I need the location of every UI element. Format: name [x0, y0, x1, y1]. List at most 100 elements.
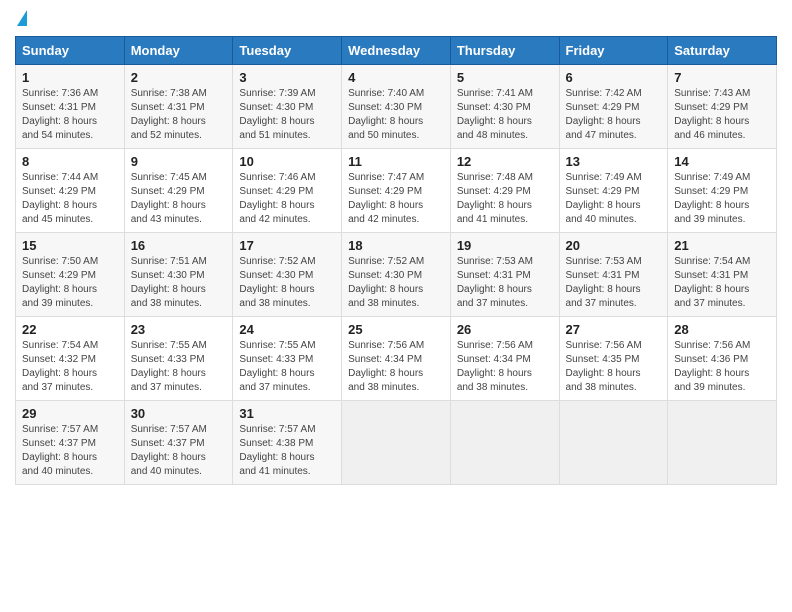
day-info: Sunrise: 7:43 AMSunset: 4:29 PMDaylight:… — [674, 88, 750, 141]
calendar-cell: 6Sunrise: 7:42 AMSunset: 4:29 PMDaylight… — [559, 65, 668, 149]
calendar-cell: 8 Sunrise: 7:44 AMSunset: 4:29 PMDaylight… — [16, 149, 125, 233]
day-number: 1 — [22, 70, 118, 85]
day-info: Sunrise: 7:52 AMSunset: 4:30 PMDaylight:… — [239, 256, 315, 309]
calendar-cell: 11 Sunrise: 7:47 AMSunset: 4:29 PMDayligh… — [342, 149, 451, 233]
day-info: Sunrise: 7:57 AMSunset: 4:38 PMDaylight:… — [239, 424, 315, 477]
day-number: 26 — [457, 322, 553, 337]
day-number: 9 — [131, 154, 227, 169]
day-info: Sunrise: 7:57 AMSunset: 4:37 PMDaylight:… — [22, 424, 98, 477]
calendar-cell: 4 Sunrise: 7:40 AMSunset: 4:30 PMDaylight… — [342, 65, 451, 149]
calendar-cell: 10 Sunrise: 7:46 AMSunset: 4:29 PMDayligh… — [233, 149, 342, 233]
header — [15, 10, 777, 28]
day-info: Sunrise: 7:57 AMSunset: 4:37 PMDaylight:… — [131, 424, 207, 477]
day-number: 20 — [566, 238, 662, 253]
day-info: Sunrise: 7:41 AMSunset: 4:30 PMDaylight:… — [457, 88, 533, 141]
day-info: Sunrise: 7:49 AMSunset: 4:29 PMDaylight:… — [674, 172, 750, 225]
day-number: 31 — [239, 406, 335, 421]
day-number: 25 — [348, 322, 444, 337]
day-info: Sunrise: 7:44 AMSunset: 4:29 PMDaylight:… — [22, 172, 98, 225]
day-number: 11 — [348, 154, 444, 169]
calendar-header-saturday: Saturday — [668, 37, 777, 65]
day-number: 23 — [131, 322, 227, 337]
calendar-cell: 5 Sunrise: 7:41 AMSunset: 4:30 PMDaylight… — [450, 65, 559, 149]
day-info: Sunrise: 7:49 AMSunset: 4:29 PMDaylight:… — [566, 172, 642, 225]
calendar-cell: 3 Sunrise: 7:39 AMSunset: 4:30 PMDaylight… — [233, 65, 342, 149]
day-info: Sunrise: 7:56 AMSunset: 4:36 PMDaylight:… — [674, 340, 750, 393]
day-info: Sunrise: 7:40 AMSunset: 4:30 PMDaylight:… — [348, 88, 424, 141]
day-info: Sunrise: 7:47 AMSunset: 4:29 PMDaylight:… — [348, 172, 424, 225]
calendar-cell: 17 Sunrise: 7:52 AMSunset: 4:30 PMDayligh… — [233, 233, 342, 317]
day-number: 10 — [239, 154, 335, 169]
calendar-week-row: 15 Sunrise: 7:50 AMSunset: 4:29 PMDayligh… — [16, 233, 777, 317]
day-info: Sunrise: 7:52 AMSunset: 4:30 PMDaylight:… — [348, 256, 424, 309]
calendar-cell: 22Sunrise: 7:54 AMSunset: 4:32 PMDayligh… — [16, 317, 125, 401]
day-info: Sunrise: 7:38 AMSunset: 4:31 PMDaylight:… — [131, 88, 207, 141]
day-number: 12 — [457, 154, 553, 169]
day-number: 19 — [457, 238, 553, 253]
day-info: Sunrise: 7:55 AMSunset: 4:33 PMDaylight:… — [131, 340, 207, 393]
calendar-cell: 20 Sunrise: 7:53 AMSunset: 4:31 PMDayligh… — [559, 233, 668, 317]
calendar-cell: 26 Sunrise: 7:56 AMSunset: 4:34 PMDayligh… — [450, 317, 559, 401]
day-info: Sunrise: 7:39 AMSunset: 4:30 PMDaylight:… — [239, 88, 315, 141]
day-info: Sunrise: 7:48 AMSunset: 4:29 PMDaylight:… — [457, 172, 533, 225]
day-number: 4 — [348, 70, 444, 85]
day-info: Sunrise: 7:56 AMSunset: 4:34 PMDaylight:… — [457, 340, 533, 393]
day-number: 7 — [674, 70, 770, 85]
day-number: 17 — [239, 238, 335, 253]
day-info: Sunrise: 7:53 AMSunset: 4:31 PMDaylight:… — [566, 256, 642, 309]
calendar-cell: 16 Sunrise: 7:51 AMSunset: 4:30 PMDayligh… — [124, 233, 233, 317]
calendar-cell: 12 Sunrise: 7:48 AMSunset: 4:29 PMDayligh… — [450, 149, 559, 233]
day-number: 29 — [22, 406, 118, 421]
day-number: 22 — [22, 322, 118, 337]
day-number: 6 — [566, 70, 662, 85]
calendar-header-friday: Friday — [559, 37, 668, 65]
day-info: Sunrise: 7:55 AMSunset: 4:33 PMDaylight:… — [239, 340, 315, 393]
calendar-header-wednesday: Wednesday — [342, 37, 451, 65]
calendar-header-tuesday: Tuesday — [233, 37, 342, 65]
calendar-table: SundayMondayTuesdayWednesdayThursdayFrid… — [15, 36, 777, 485]
calendar-cell: 23 Sunrise: 7:55 AMSunset: 4:33 PMDayligh… — [124, 317, 233, 401]
calendar-cell: 2 Sunrise: 7:38 AMSunset: 4:31 PMDaylight… — [124, 65, 233, 149]
day-number: 30 — [131, 406, 227, 421]
day-number: 16 — [131, 238, 227, 253]
calendar-header-thursday: Thursday — [450, 37, 559, 65]
calendar-cell: 9Sunrise: 7:45 AMSunset: 4:29 PMDaylight… — [124, 149, 233, 233]
day-number: 24 — [239, 322, 335, 337]
day-number: 8 — [22, 154, 118, 169]
day-number: 5 — [457, 70, 553, 85]
day-number: 13 — [566, 154, 662, 169]
calendar-week-row: 22Sunrise: 7:54 AMSunset: 4:32 PMDayligh… — [16, 317, 777, 401]
calendar-cell: 14 Sunrise: 7:49 AMSunset: 4:29 PMDayligh… — [668, 149, 777, 233]
day-number: 2 — [131, 70, 227, 85]
day-info: Sunrise: 7:56 AMSunset: 4:34 PMDaylight:… — [348, 340, 424, 393]
calendar-cell — [559, 401, 668, 485]
day-info: Sunrise: 7:50 AMSunset: 4:29 PMDaylight:… — [22, 256, 98, 309]
day-info: Sunrise: 7:53 AMSunset: 4:31 PMDaylight:… — [457, 256, 533, 309]
calendar-cell: 13 Sunrise: 7:49 AMSunset: 4:29 PMDayligh… — [559, 149, 668, 233]
calendar-cell: 29 Sunrise: 7:57 AMSunset: 4:37 PMDayligh… — [16, 401, 125, 485]
day-number: 27 — [566, 322, 662, 337]
calendar-cell: 7 Sunrise: 7:43 AMSunset: 4:29 PMDaylight… — [668, 65, 777, 149]
calendar-header-monday: Monday — [124, 37, 233, 65]
calendar-cell: 28 Sunrise: 7:56 AMSunset: 4:36 PMDayligh… — [668, 317, 777, 401]
day-info: Sunrise: 7:51 AMSunset: 4:30 PMDaylight:… — [131, 256, 207, 309]
calendar-week-row: 29 Sunrise: 7:57 AMSunset: 4:37 PMDayligh… — [16, 401, 777, 485]
calendar-cell: 27Sunrise: 7:56 AMSunset: 4:35 PMDayligh… — [559, 317, 668, 401]
day-info: Sunrise: 7:54 AMSunset: 4:31 PMDaylight:… — [674, 256, 750, 309]
calendar-cell: 31 Sunrise: 7:57 AMSunset: 4:38 PMDayligh… — [233, 401, 342, 485]
day-info: Sunrise: 7:46 AMSunset: 4:29 PMDaylight:… — [239, 172, 315, 225]
calendar-week-row: 8 Sunrise: 7:44 AMSunset: 4:29 PMDaylight… — [16, 149, 777, 233]
calendar-cell: 1Sunrise: 7:36 AMSunset: 4:31 PMDaylight… — [16, 65, 125, 149]
calendar-cell: 15 Sunrise: 7:50 AMSunset: 4:29 PMDayligh… — [16, 233, 125, 317]
day-number: 21 — [674, 238, 770, 253]
calendar-cell: 24 Sunrise: 7:55 AMSunset: 4:33 PMDayligh… — [233, 317, 342, 401]
calendar-week-row: 1Sunrise: 7:36 AMSunset: 4:31 PMDaylight… — [16, 65, 777, 149]
logo-triangle-icon — [17, 10, 27, 26]
day-number: 3 — [239, 70, 335, 85]
calendar-cell: 25 Sunrise: 7:56 AMSunset: 4:34 PMDayligh… — [342, 317, 451, 401]
calendar-cell — [450, 401, 559, 485]
calendar-cell: 18Sunrise: 7:52 AMSunset: 4:30 PMDayligh… — [342, 233, 451, 317]
day-number: 28 — [674, 322, 770, 337]
day-number: 14 — [674, 154, 770, 169]
day-number: 15 — [22, 238, 118, 253]
